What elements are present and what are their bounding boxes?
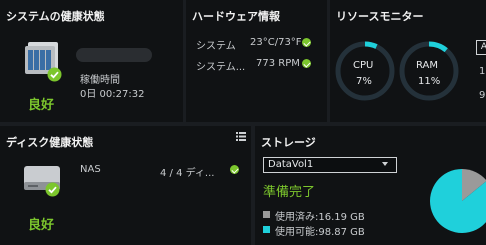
disk-count-ok-icon	[230, 165, 239, 174]
resource-monitor-panel: リソースモニター CPU 7% RAM 11% A 1 9	[330, 0, 486, 122]
disk-status-text: 良好	[28, 218, 55, 233]
disk-device-label: NAS	[80, 164, 101, 175]
system-health-panel: システムの健康状態 良好 稼働時間 0日 00:27:32	[0, 0, 183, 122]
ram-label: RAM	[416, 60, 439, 71]
hardware-title: ハードウェア情報	[192, 10, 280, 23]
disk-health-panel: ディスク健康状態 良好 NAS 4 / 4 ディ...	[0, 126, 251, 245]
system-health-title: システムの健康状態	[6, 10, 105, 23]
disk-ok-icon	[45, 182, 60, 200]
device-name-redacted	[76, 48, 152, 62]
system-ok-icon	[47, 67, 62, 85]
storage-pie-chart	[427, 166, 486, 236]
resource-partial-value-2: 9	[479, 90, 486, 101]
resource-badge[interactable]: A	[476, 40, 486, 55]
legend-used-swatch	[263, 211, 270, 218]
legend-free-label: 使用可能:98.87 GB	[275, 227, 365, 238]
temp-ok-icon	[302, 38, 311, 47]
uptime-value: 0日 00:27:32	[80, 89, 145, 100]
cpu-label: CPU	[353, 60, 374, 71]
storage-panel: ストレージ DataVol1 準備完了 使用済み:16.19 GB 使用可能:9…	[255, 126, 486, 245]
cpu-gauge	[334, 40, 396, 102]
uptime-label: 稼働時間	[80, 75, 120, 86]
chevron-down-icon	[382, 162, 388, 166]
resource-monitor-title: リソースモニター	[336, 10, 424, 23]
system-status-text: 良好	[28, 98, 55, 113]
storage-title: ストレージ	[261, 136, 316, 149]
legend-used-label: 使用済み:16.19 GB	[275, 212, 365, 223]
legend-free-swatch	[263, 226, 270, 233]
hardware-row-fan-label: システム...	[196, 62, 246, 73]
hardware-panel: ハードウェア情報 システム 23°C/73°F システム... 773 RPM	[186, 0, 327, 122]
cpu-value: 7%	[356, 76, 372, 87]
list-view-icon[interactable]	[236, 132, 246, 144]
hardware-row-temp-label: システム	[196, 41, 236, 52]
hardware-row-temp-value: 23°C/73°F	[250, 37, 302, 48]
volume-select-value: DataVol1	[268, 159, 314, 170]
ram-value: 11%	[418, 76, 441, 87]
storage-status: 準備完了	[263, 185, 316, 200]
hardware-row-fan-value: 773 RPM	[256, 58, 300, 69]
ram-gauge	[398, 40, 460, 102]
resource-partial-value-1: 1	[479, 66, 486, 77]
disk-health-title: ディスク健康状態	[6, 136, 94, 149]
fan-ok-icon	[302, 59, 311, 68]
volume-select[interactable]: DataVol1	[263, 157, 397, 173]
disk-count: 4 / 4 ディ...	[160, 168, 215, 179]
